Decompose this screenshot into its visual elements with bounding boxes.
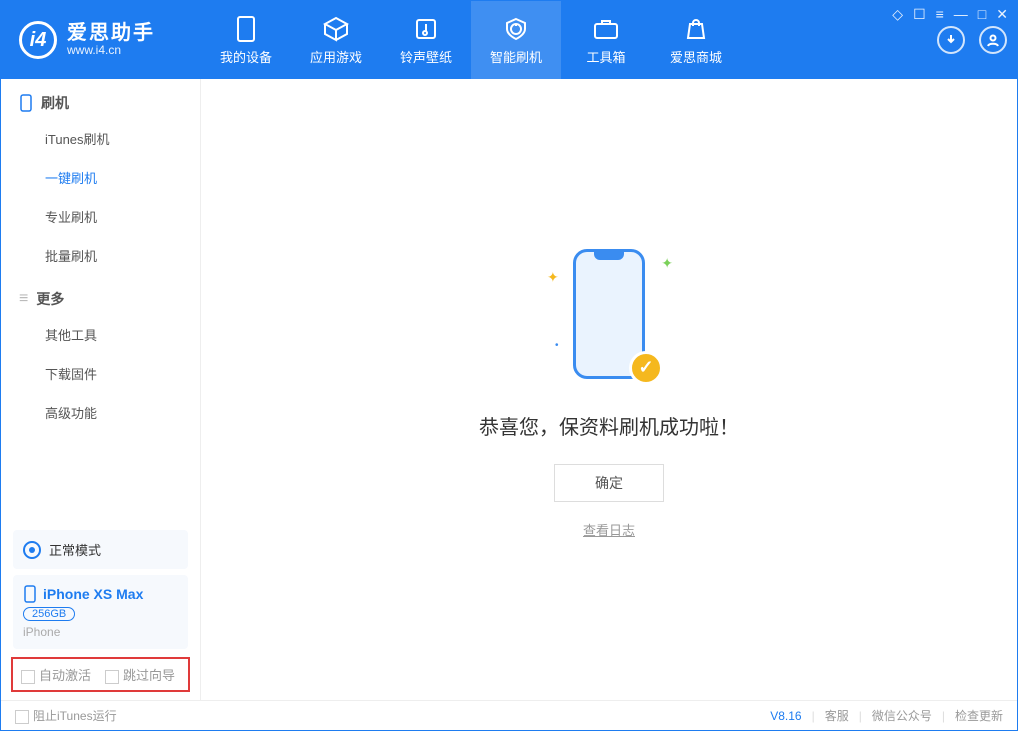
success-illustration: ✦ ✦ • ✓ — [559, 241, 659, 391]
window-controls: ◇ ☐ ≡ — □ ✕ — [892, 6, 1008, 23]
skip-guide-checkbox[interactable]: 跳过向导 — [105, 665, 175, 684]
sidebar-group-flash: 刷机 — [1, 79, 200, 119]
toolbox-icon — [592, 15, 620, 43]
group-title: 刷机 — [41, 93, 69, 113]
wechat-link[interactable]: 微信公众号 — [872, 707, 932, 724]
feedback-icon[interactable]: ☐ — [913, 6, 926, 23]
group-title: 更多 — [36, 289, 64, 309]
nav-label: 智能刷机 — [490, 47, 542, 66]
sparkle-icon: • — [555, 340, 559, 351]
maximize-icon[interactable]: □ — [978, 6, 986, 23]
cb-label: 自动激活 — [39, 668, 91, 683]
sidebar-item-onekey[interactable]: 一键刷机 — [1, 158, 200, 197]
more-icon: ≡ — [19, 290, 28, 308]
sidebar-item-firmware[interactable]: 下载固件 — [1, 354, 200, 393]
device-capacity: 256GB — [23, 607, 75, 621]
nav-my-device[interactable]: 我的设备 — [201, 1, 291, 79]
header: i4 爱思助手 www.i4.cn 我的设备 应用游戏 铃声壁纸 智能刷机 工具… — [1, 1, 1017, 79]
nav-flash[interactable]: 智能刷机 — [471, 1, 561, 79]
nav-ringtones[interactable]: 铃声壁纸 — [381, 1, 471, 79]
store-icon — [682, 15, 710, 43]
nav-label: 爱思商城 — [670, 47, 722, 66]
account-button[interactable] — [979, 26, 1007, 54]
sidebar-group-more: ≡ 更多 — [1, 275, 200, 315]
ok-button[interactable]: 确定 — [554, 464, 664, 502]
top-nav: 我的设备 应用游戏 铃声壁纸 智能刷机 工具箱 爱思商城 — [201, 1, 741, 79]
download-button[interactable] — [937, 26, 965, 54]
nav-label: 我的设备 — [220, 47, 272, 66]
main-content: ✦ ✦ • ✓ 恭喜您，保资料刷机成功啦！ 确定 查看日志 — [201, 79, 1017, 700]
cb-label: 阻止iTunes运行 — [33, 709, 117, 723]
sparkle-icon: ✦ — [661, 255, 673, 272]
nav-apps[interactable]: 应用游戏 — [291, 1, 381, 79]
cube-icon — [322, 15, 350, 43]
statusbar: 阻止iTunes运行 V8.16 | 客服 | 微信公众号 | 检查更新 — [1, 700, 1017, 730]
app-title: 爱思助手 — [67, 22, 155, 44]
sidebar-item-advanced[interactable]: 高级功能 — [1, 393, 200, 432]
support-link[interactable]: 客服 — [825, 707, 849, 724]
cb-label: 跳过向导 — [123, 668, 175, 683]
sparkle-icon: ✦ — [547, 269, 559, 286]
highlighted-options: 自动激活 跳过向导 — [11, 657, 190, 692]
nav-label: 应用游戏 — [310, 47, 362, 66]
nav-label: 工具箱 — [586, 47, 625, 66]
sidebar-item-pro[interactable]: 专业刷机 — [1, 197, 200, 236]
device-icon — [232, 15, 260, 43]
device-info[interactable]: iPhone XS Max 256GB iPhone — [13, 575, 188, 649]
app-subtitle: www.i4.cn — [67, 44, 155, 57]
phone-icon — [23, 585, 37, 603]
status-dot-icon — [23, 541, 41, 559]
nav-toolbox[interactable]: 工具箱 — [561, 1, 651, 79]
auto-activate-checkbox[interactable]: 自动激活 — [21, 665, 91, 684]
sidebar: 刷机 iTunes刷机 一键刷机 专业刷机 批量刷机 ≡ 更多 其他工具 下载固… — [1, 79, 201, 700]
close-icon[interactable]: ✕ — [996, 6, 1008, 23]
logo-icon: i4 — [19, 21, 57, 59]
sidebar-item-itunes[interactable]: iTunes刷机 — [1, 119, 200, 158]
shield-icon — [502, 15, 530, 43]
check-update-link[interactable]: 检查更新 — [955, 707, 1003, 724]
menu-icon[interactable]: ≡ — [936, 6, 944, 23]
minimize-icon[interactable]: — — [954, 6, 968, 23]
device-name: iPhone XS Max — [43, 586, 143, 602]
check-badge-icon: ✓ — [629, 351, 663, 385]
block-itunes-checkbox[interactable]: 阻止iTunes运行 — [15, 707, 117, 724]
sidebar-item-other[interactable]: 其他工具 — [1, 315, 200, 354]
theme-icon[interactable]: ◇ — [892, 6, 903, 23]
version-label: V8.16 — [770, 709, 801, 723]
success-message: 恭喜您，保资料刷机成功啦！ — [479, 411, 739, 440]
mode-status[interactable]: 正常模式 — [13, 530, 188, 569]
device-type: iPhone — [23, 625, 178, 639]
nav-store[interactable]: 爱思商城 — [651, 1, 741, 79]
view-log-link[interactable]: 查看日志 — [583, 520, 635, 539]
music-icon — [412, 15, 440, 43]
logo: i4 爱思助手 www.i4.cn — [1, 21, 201, 59]
nav-label: 铃声壁纸 — [400, 47, 452, 66]
mode-label: 正常模式 — [49, 540, 101, 559]
sidebar-item-batch[interactable]: 批量刷机 — [1, 236, 200, 275]
